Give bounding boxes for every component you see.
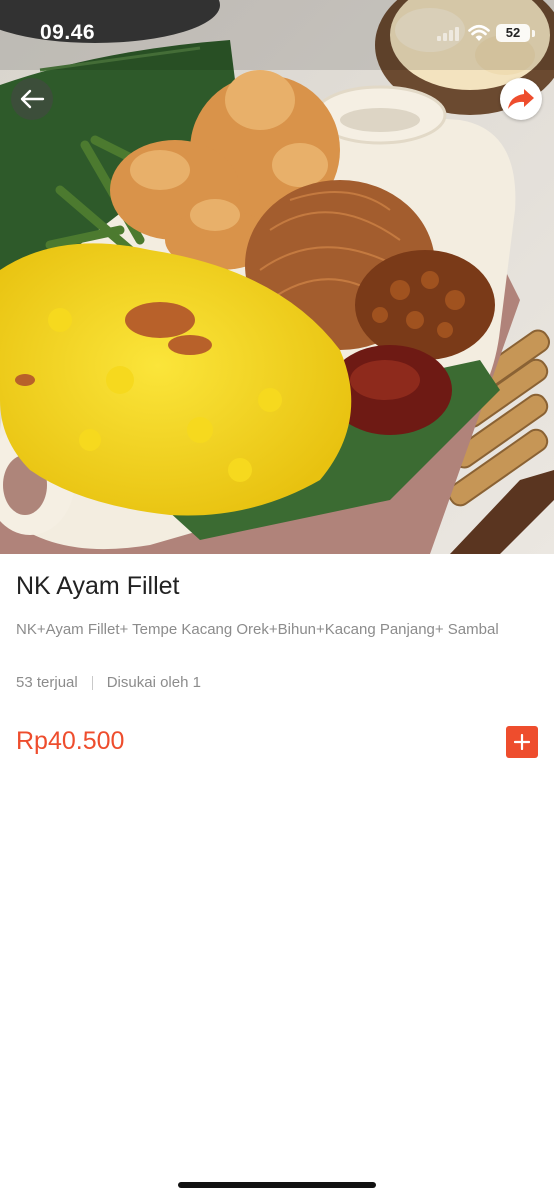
status-bar: 09.46 52 bbox=[0, 0, 554, 66]
battery-tip bbox=[532, 30, 535, 37]
cellular-signal-icon bbox=[437, 27, 459, 41]
back-button[interactable] bbox=[11, 78, 53, 120]
product-stats: 53 terjual Disukai oleh 1 bbox=[16, 674, 201, 691]
liked-count: Disukai oleh 1 bbox=[106, 674, 201, 691]
status-time: 09.46 bbox=[40, 21, 96, 44]
stats-divider bbox=[91, 675, 93, 690]
share-arrow-icon bbox=[508, 89, 534, 109]
battery-level: 52 bbox=[505, 25, 521, 40]
product-price: Rp40.500 bbox=[16, 727, 125, 755]
battery-icon: 52 bbox=[496, 24, 530, 42]
product-description: NK+Ayam Fillet+ Tempe Kacang Orek+Bihun+… bbox=[16, 621, 499, 638]
product-image bbox=[0, 0, 554, 554]
arrow-left-icon bbox=[20, 89, 45, 109]
share-button[interactable] bbox=[500, 78, 542, 120]
sold-count: 53 terjual bbox=[16, 674, 78, 691]
plus-icon bbox=[514, 734, 530, 750]
add-to-cart-button[interactable] bbox=[506, 726, 538, 758]
wifi-icon bbox=[468, 24, 490, 41]
home-indicator[interactable] bbox=[178, 1182, 376, 1188]
product-title: NK Ayam Fillet bbox=[16, 572, 180, 600]
